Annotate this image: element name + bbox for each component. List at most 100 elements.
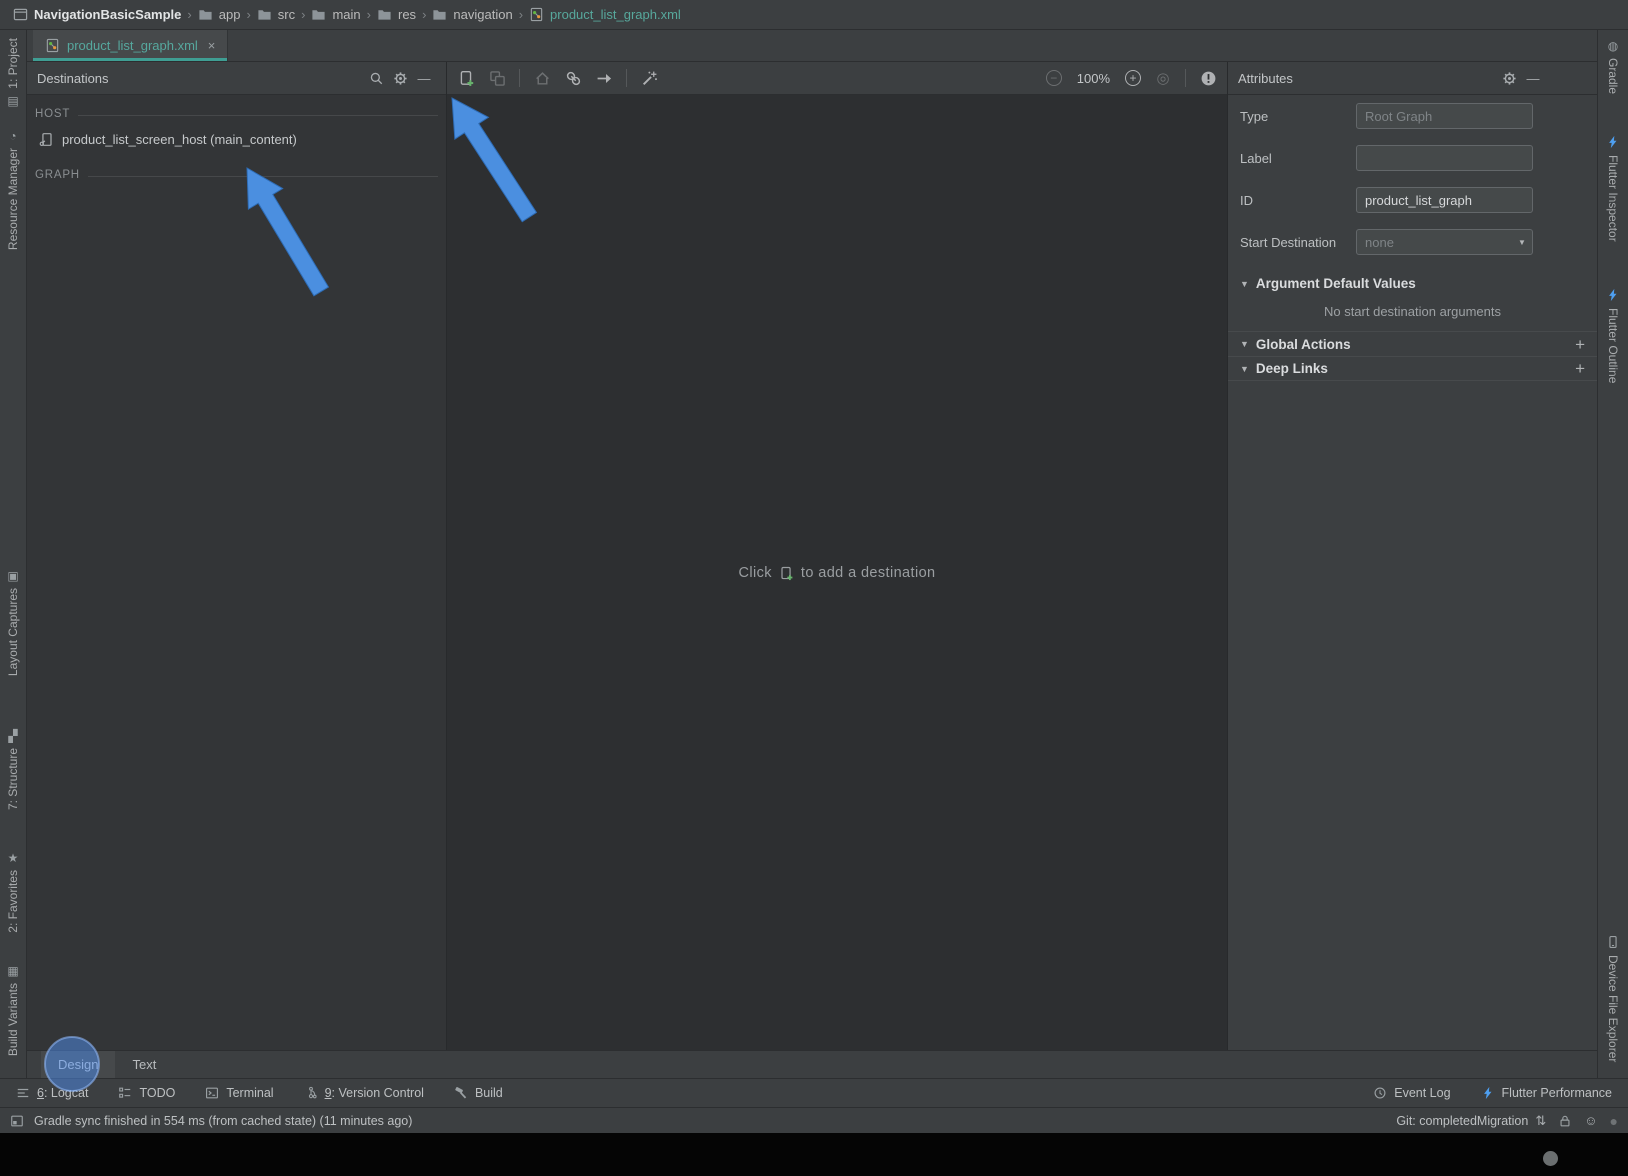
notification-dot [1543, 1151, 1558, 1166]
hide-panel-icon[interactable]: — [412, 72, 436, 85]
nav-graph-file-icon [45, 38, 60, 53]
tool-button-terminal[interactable]: Terminal [205, 1086, 273, 1100]
favorites-star-icon: ★ [8, 852, 19, 864]
add-destination-button[interactable] [457, 69, 475, 87]
editor-tab-active[interactable]: product_list_graph.xml × [33, 30, 228, 61]
tool-button-version-control[interactable]: 9: Version Control [304, 1086, 424, 1100]
breadcrumb-navigation[interactable]: navigation [429, 7, 515, 22]
type-field: Root Graph [1356, 103, 1533, 129]
zoom-to-fit-button[interactable]: ◎ [1154, 69, 1172, 87]
status-message: Gradle sync finished in 554 ms (from cac… [34, 1114, 412, 1128]
status-bar: Gradle sync finished in 554 ms (from cac… [0, 1107, 1628, 1133]
attr-row-label: Label [1228, 137, 1597, 179]
folder-icon [311, 7, 326, 22]
status-dot-icon[interactable]: ● [1610, 1113, 1618, 1129]
design-surface-toolbar: − 100% + ◎ [447, 62, 1227, 95]
todo-icon [118, 1086, 132, 1100]
right-tool-stripe: ◍ Gradle Flutter Inspector Flutter Outli… [1597, 30, 1628, 1078]
id-field[interactable]: product_list_graph [1356, 187, 1533, 213]
sidebar-item-favorites[interactable]: ★ 2: Favorites [0, 852, 26, 933]
breadcrumb-res[interactable]: res [374, 7, 419, 22]
breadcrumb: NavigationBasicSample › app › src › main… [0, 0, 1628, 30]
toolbar-separator [1185, 69, 1186, 87]
destinations-panel: Destinations — HOST product_list_screen_… [27, 62, 447, 1050]
git-branch-widget[interactable]: Git: completedMigration ⇅ [1396, 1114, 1546, 1128]
breadcrumb-main[interactable]: main [308, 7, 363, 22]
section-deep-links[interactable]: ▼ Deep Links + [1228, 356, 1597, 381]
tool-button-logcat[interactable]: 6: Logcat [16, 1086, 88, 1100]
sidebar-item-project[interactable]: 1: Project ▤ [0, 38, 26, 107]
tool-button-event-log[interactable]: Event Log [1373, 1086, 1450, 1100]
tool-button-todo[interactable]: TODO [118, 1086, 175, 1100]
tool-window-toggle-icon[interactable] [10, 1114, 24, 1128]
nav-host-icon [39, 132, 54, 147]
sidebar-item-flutter-outline[interactable]: Flutter Outline [1598, 288, 1628, 383]
graph-section-header: GRAPH [27, 160, 446, 184]
destinations-header: Destinations — [27, 62, 446, 95]
sidebar-item-device-file-explorer[interactable]: Device File Explorer [1598, 935, 1628, 1062]
section-global-actions[interactable]: ▼ Global Actions + [1228, 331, 1597, 356]
attributes-title: Attributes [1238, 71, 1497, 86]
destinations-list: HOST product_list_screen_host (main_cont… [27, 95, 446, 184]
smiley-feedback-icon[interactable]: ☺ [1584, 1114, 1597, 1127]
gear-icon[interactable] [1497, 71, 1521, 86]
sidebar-item-build-variants[interactable]: ▦ Build Variants [0, 965, 26, 1056]
destinations-title: Destinations [37, 71, 364, 86]
search-icon[interactable] [364, 71, 388, 86]
tool-button-build[interactable]: Build [454, 1086, 503, 1100]
zoom-out-button[interactable]: − [1046, 70, 1062, 86]
collapse-triangle-icon[interactable]: ▼ [1240, 339, 1249, 349]
hide-panel-icon[interactable]: — [1521, 72, 1545, 85]
attributes-panel: Attributes — Type Root Graph Label ID pr [1227, 62, 1597, 1050]
breadcrumb-app[interactable]: app [195, 7, 244, 22]
flutter-bolt-icon [1606, 288, 1620, 302]
add-global-action-button[interactable]: + [1575, 336, 1585, 353]
attr-row-id: ID product_list_graph [1228, 179, 1597, 221]
issues-button[interactable] [1199, 69, 1217, 87]
auto-arrange-button[interactable] [640, 69, 658, 87]
nested-graph-button[interactable] [488, 69, 506, 87]
git-updown-icon: ⇅ [1535, 1114, 1546, 1127]
build-variants-icon: ▦ [7, 965, 18, 977]
assign-start-destination-button[interactable] [533, 69, 551, 87]
breadcrumb-project[interactable]: NavigationBasicSample [10, 7, 184, 22]
editor-tab-bar: product_list_graph.xml × [27, 30, 1597, 62]
android-studio-window: NavigationBasicSample › app › src › main… [0, 0, 1628, 1176]
add-destination-icon [779, 566, 794, 581]
add-deep-link-button[interactable]: + [1575, 360, 1585, 377]
breadcrumb-file[interactable]: product_list_graph.xml [526, 7, 684, 22]
tool-button-flutter-performance[interactable]: Flutter Performance [1481, 1086, 1612, 1100]
host-section-header: HOST [27, 99, 446, 123]
tab-design[interactable]: Design [41, 1051, 115, 1078]
project-icon: ▤ [7, 95, 18, 107]
breadcrumb-src[interactable]: src [254, 7, 298, 22]
sidebar-item-layout-captures[interactable]: ▣ Layout Captures [0, 570, 26, 676]
chevron-separator-icon: › [517, 7, 525, 22]
flutter-bolt-icon [1606, 135, 1620, 149]
active-tab-underline [33, 58, 227, 61]
sidebar-item-structure[interactable]: ▞ 7: Structure [0, 730, 26, 810]
lock-icon[interactable] [1558, 1114, 1572, 1128]
start-destination-select[interactable]: none ▼ [1356, 229, 1533, 255]
attr-row-type: Type Root Graph [1228, 95, 1597, 137]
label-field[interactable] [1356, 145, 1533, 171]
section-argument-default-values[interactable]: ▼ Argument Default Values [1228, 271, 1597, 296]
collapse-triangle-icon[interactable]: ▼ [1240, 279, 1249, 289]
chevron-separator-icon: › [185, 7, 193, 22]
add-action-button[interactable] [595, 69, 613, 87]
zoom-in-button[interactable]: + [1125, 70, 1141, 86]
gear-icon[interactable] [388, 71, 412, 86]
sidebar-item-resource-manager[interactable]: ◔ Resource Manager [0, 130, 26, 250]
deep-link-button[interactable] [564, 69, 582, 87]
terminal-icon [205, 1086, 219, 1100]
version-control-icon [304, 1086, 318, 1100]
collapse-triangle-icon[interactable]: ▼ [1240, 364, 1249, 374]
design-surface[interactable]: − 100% + ◎ Click to add a destination [447, 62, 1227, 1050]
tab-text[interactable]: Text [115, 1051, 173, 1078]
zoom-level: 100% [1077, 71, 1110, 86]
host-item[interactable]: product_list_screen_host (main_content) [27, 123, 446, 154]
sidebar-item-flutter-inspector[interactable]: Flutter Inspector [1598, 135, 1628, 242]
sidebar-item-gradle[interactable]: ◍ Gradle [1598, 40, 1628, 94]
close-tab-icon[interactable]: × [208, 38, 216, 53]
left-tool-stripe: 1: Project ▤ ◔ Resource Manager ▣ Layout… [0, 30, 27, 1078]
